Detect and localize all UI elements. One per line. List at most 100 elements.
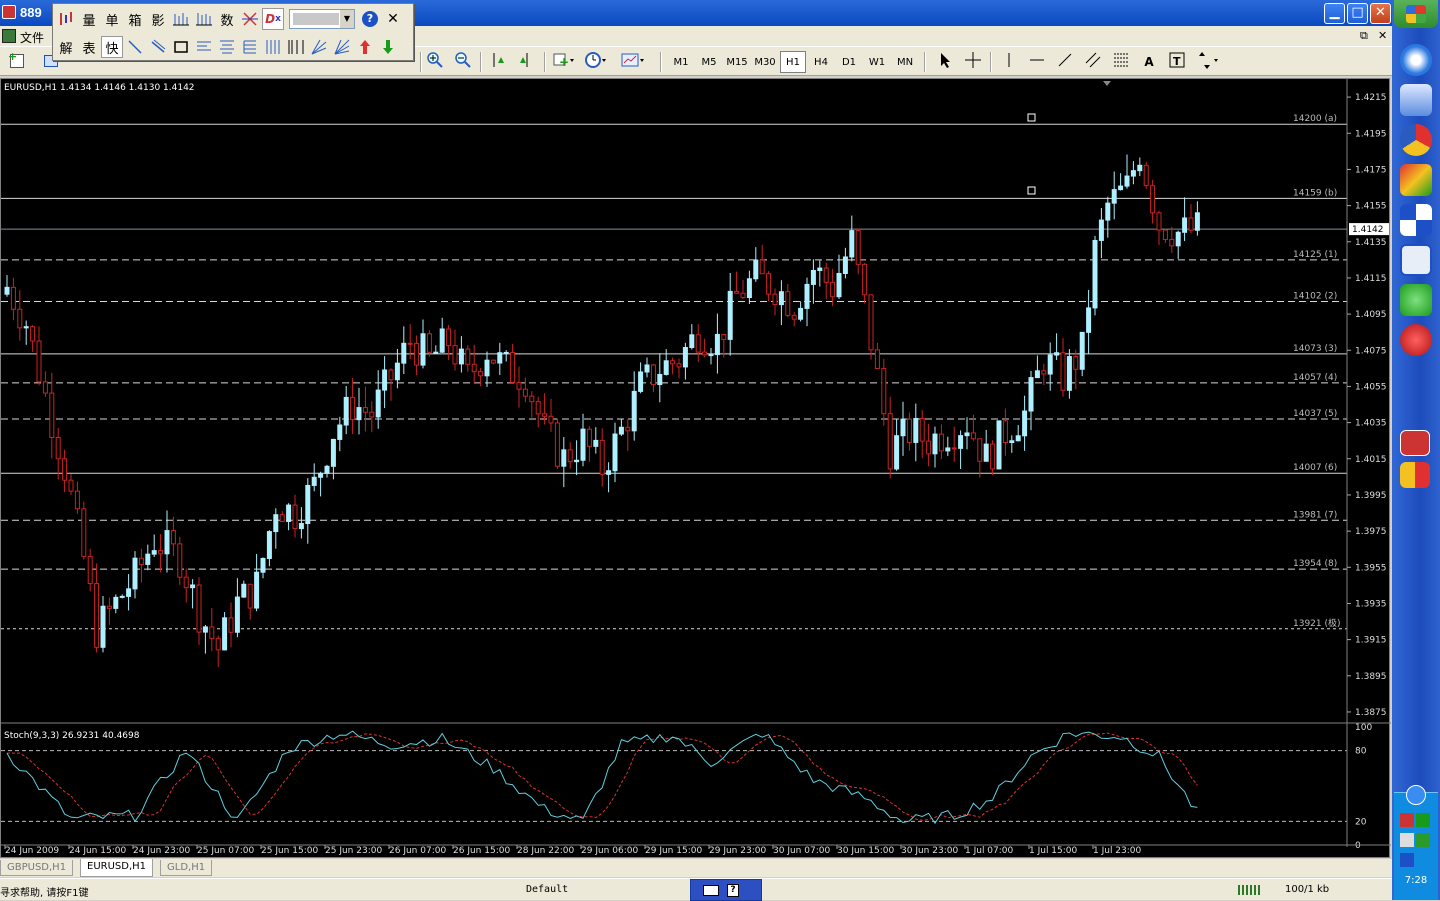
ie-icon[interactable] [1400, 44, 1432, 76]
tf-d1[interactable]: D1 [836, 51, 862, 73]
help-button[interactable]: ? [359, 8, 381, 30]
cursor-icon[interactable] [934, 51, 956, 73]
text-tool-icon[interactable]: A [1138, 51, 1160, 73]
vertical-line-icon[interactable] [998, 51, 1020, 73]
line-tool-icon[interactable] [124, 36, 146, 58]
tf-m1[interactable]: M1 [668, 51, 694, 73]
float-toolbar-close-button[interactable]: ✕ [382, 8, 404, 30]
app-icon-5[interactable] [1400, 204, 1432, 236]
candle-body [676, 363, 682, 368]
arrow-down-icon[interactable] [377, 36, 399, 58]
tab-gbpusd[interactable]: GBPUSD,H1 [0, 860, 74, 876]
tf-m30[interactable]: M30 [752, 51, 778, 73]
horizontal-line-icon[interactable] [1026, 51, 1048, 73]
dx-icon[interactable]: Dx [262, 8, 284, 30]
minimize-button[interactable]: ▁ [1324, 3, 1345, 24]
candle-body [766, 273, 772, 295]
channel-icon[interactable] [1082, 51, 1104, 73]
tool-xiang-button[interactable]: 箱 [124, 8, 146, 30]
mdi-restore-button[interactable]: ⧉ [1360, 29, 1368, 43]
messenger-icon[interactable] [1400, 284, 1432, 316]
bars-blue-icon[interactable] [170, 8, 192, 30]
chart-shift-icon[interactable] [516, 51, 538, 73]
candle-body [746, 278, 752, 299]
tool-biao-button[interactable]: 表 [78, 36, 100, 58]
app-icon-3[interactable] [1400, 124, 1432, 156]
trendline-icon[interactable] [1054, 51, 1076, 73]
menu-file[interactable]: 文件 [20, 29, 44, 46]
tool-kuai-button[interactable]: 快 [101, 36, 123, 58]
text-label-icon[interactable]: T [1166, 51, 1188, 73]
language-bar[interactable]: ? [690, 879, 762, 901]
app-icon-6[interactable] [1400, 244, 1432, 276]
start-button[interactable] [1394, 0, 1438, 28]
tray-icon-3[interactable] [1400, 833, 1414, 847]
chart-autoscroll-icon[interactable] [488, 51, 510, 73]
candle-body [881, 367, 887, 415]
levels-b-icon[interactable] [216, 36, 238, 58]
time-zones-icon[interactable] [285, 36, 307, 58]
ime-help-icon[interactable]: ? [727, 884, 739, 897]
tf-h4[interactable]: H4 [808, 51, 834, 73]
tool-dan-button[interactable]: 单 [101, 8, 123, 30]
new-chart-button[interactable]: + [6, 51, 28, 73]
ray-tool-icon[interactable] [147, 36, 169, 58]
fan-a-icon[interactable] [308, 36, 330, 58]
cross-red-icon[interactable] [239, 8, 261, 30]
fibonacci-icon[interactable] [1110, 51, 1132, 73]
tf-h1[interactable]: H1 [780, 51, 806, 73]
templates-button[interactable] [620, 51, 646, 73]
keyboard-icon[interactable] [703, 885, 719, 896]
tool-ying-button[interactable]: 影 [147, 8, 169, 30]
candle-body [388, 369, 394, 381]
app-icon-2[interactable] [1400, 84, 1432, 116]
candle-body [663, 360, 669, 375]
tf-m5[interactable]: M5 [696, 51, 722, 73]
tray-icon-5[interactable] [1400, 853, 1414, 867]
tf-m15[interactable]: M15 [724, 51, 750, 73]
candle-body [727, 290, 733, 340]
tool-jie-button[interactable]: 解 [55, 36, 77, 58]
tool-shu-button[interactable]: 数 [216, 8, 238, 30]
candle-body [1188, 217, 1194, 231]
maximize-button[interactable]: □ [1347, 3, 1368, 24]
bars-grid-icon[interactable] [193, 8, 215, 30]
arrows-dropdown-icon[interactable] [1196, 51, 1222, 73]
running-app-2[interactable] [1400, 462, 1430, 488]
vertical-levels-icon[interactable] [262, 36, 284, 58]
tray-icon-4[interactable] [1416, 833, 1430, 847]
chart-canvas[interactable]: 14200 (a) 14159 (b) 14125 (1) 14102 (2) 1407… [1, 79, 1391, 859]
tray-expand-icon[interactable] [1406, 785, 1426, 805]
crosshair-icon[interactable] [962, 51, 984, 73]
candle-body [1124, 175, 1130, 187]
zoom-out-icon[interactable] [452, 51, 474, 73]
levels-c-icon[interactable] [239, 36, 261, 58]
level-label: 14159 (b) [1293, 188, 1337, 198]
rectangle-tool-icon[interactable] [170, 36, 192, 58]
color-combo[interactable]: ▼ [289, 9, 355, 29]
tf-mn[interactable]: MN [892, 51, 918, 73]
candle-body [862, 263, 868, 296]
app-icon-4[interactable] [1400, 164, 1432, 196]
chart-bars-icon[interactable] [55, 8, 77, 30]
arrow-up-icon[interactable] [354, 36, 376, 58]
tool-liang-button[interactable]: 量 [78, 8, 100, 30]
chart-header: EURUSD,H1 1.4134 1.4146 1.4130 1.4142 [4, 83, 195, 93]
app-icon-8[interactable] [1400, 324, 1432, 356]
tray-icon-1[interactable] [1400, 813, 1414, 827]
zoom-in-icon[interactable] [424, 51, 446, 73]
indicators-button[interactable]: + [552, 51, 576, 73]
chart-window-icon[interactable] [2, 29, 16, 43]
running-app-1[interactable] [1400, 430, 1430, 456]
tab-gld[interactable]: GLD,H1 [160, 860, 213, 876]
system-tray: 7:28 [1394, 785, 1438, 900]
tab-eurusd[interactable]: EURUSD,H1 [80, 859, 154, 877]
tf-w1[interactable]: W1 [864, 51, 890, 73]
levels-a-icon[interactable] [193, 36, 215, 58]
close-button[interactable]: ✕ [1370, 3, 1391, 24]
periodicity-button[interactable] [584, 51, 608, 73]
fan-b-icon[interactable] [331, 36, 353, 58]
chart-window[interactable]: 14200 (a) 14159 (b) 14125 (1) 14102 (2) 1407… [0, 78, 1391, 859]
tray-icon-2[interactable] [1416, 813, 1430, 827]
mdi-close-button[interactable]: ✕ [1378, 29, 1387, 42]
